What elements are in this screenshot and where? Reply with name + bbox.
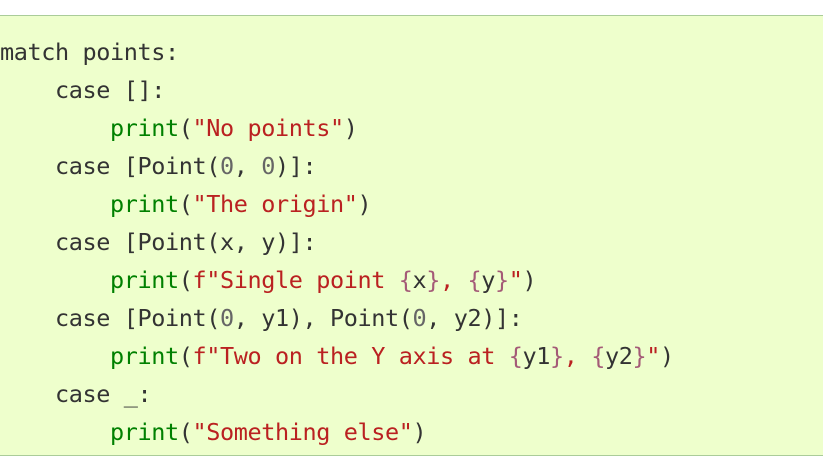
code-token: ) <box>343 114 358 142</box>
code-token: []: <box>110 76 166 104</box>
code-block: match points: case []: print("No points"… <box>0 15 823 456</box>
code-token: case <box>55 380 110 408</box>
code-token: print <box>110 190 179 218</box>
code-token: { <box>591 342 605 370</box>
code-token: { <box>508 342 523 370</box>
code-line: case [Point(0, 0)]: <box>0 147 823 185</box>
code-token: ( <box>178 266 193 294</box>
code-token: ( <box>178 190 193 218</box>
code-line: case _: <box>0 375 823 413</box>
code-token: [Point(x, y)]: <box>110 228 317 256</box>
code-token: ( <box>178 342 193 370</box>
code-token: " <box>646 342 660 370</box>
code-token: case <box>55 76 110 104</box>
code-token: ) <box>522 266 537 294</box>
code-token: "The origin" <box>192 190 358 218</box>
code-token: " <box>508 266 523 294</box>
code-token: , <box>233 152 262 180</box>
code-token: f"Single point <box>192 266 399 294</box>
code-token: , <box>439 266 468 294</box>
code-token: print <box>110 418 179 446</box>
code-token: )]: <box>275 152 317 180</box>
code-token: 0 <box>412 304 427 332</box>
code-token: y2 <box>604 342 633 370</box>
code-listing: match points: case []: print("No points"… <box>0 16 823 451</box>
code-line: print(f"Single point {x}, {y}") <box>0 261 823 299</box>
code-token: } <box>426 266 440 294</box>
code-line: print(f"Two on the Y axis at {y1}, {y2}"… <box>0 337 823 375</box>
code-token: } <box>549 342 564 370</box>
code-line: case []: <box>0 71 823 109</box>
code-token: f"Two on the Y axis at <box>192 342 509 370</box>
code-token: 0 <box>220 304 234 332</box>
code-token: [Point( <box>110 304 221 332</box>
code-line: print("The origin") <box>0 185 823 223</box>
code-token: ) <box>659 342 674 370</box>
code-token: , y1), Point( <box>233 304 413 332</box>
code-line: case [Point(x, y)]: <box>0 223 823 261</box>
code-line: print("Something else") <box>0 413 823 451</box>
code-token: [Point( <box>110 152 221 180</box>
code-token: ( <box>178 418 193 446</box>
code-token: y1 <box>522 342 550 370</box>
code-token: points: <box>68 38 179 66</box>
code-token: 0 <box>220 152 234 180</box>
code-token: case <box>55 152 110 180</box>
code-line: case [Point(0, y1), Point(0, y2)]: <box>0 299 823 337</box>
code-token: "No points" <box>192 114 345 142</box>
code-token: } <box>494 266 509 294</box>
code-token: { <box>398 266 413 294</box>
code-token: print <box>110 342 179 370</box>
code-token: ( <box>178 114 193 142</box>
code-token: ) <box>357 190 372 218</box>
code-token: 0 <box>261 152 275 180</box>
code-token: match <box>0 38 69 66</box>
code-token: x <box>412 266 427 294</box>
code-line: match points: <box>0 33 823 71</box>
code-token: , <box>563 342 592 370</box>
code-token: "Something else" <box>192 418 413 446</box>
code-token: print <box>110 114 179 142</box>
code-token: case <box>55 304 110 332</box>
code-token: _: <box>110 380 152 408</box>
code-token: print <box>110 266 179 294</box>
code-token: , y2)]: <box>426 304 523 332</box>
code-token: { <box>467 266 482 294</box>
code-line: print("No points") <box>0 109 823 147</box>
code-token: case <box>55 228 110 256</box>
code-token: ) <box>412 418 427 446</box>
code-token: y <box>481 266 495 294</box>
code-token: } <box>632 342 647 370</box>
